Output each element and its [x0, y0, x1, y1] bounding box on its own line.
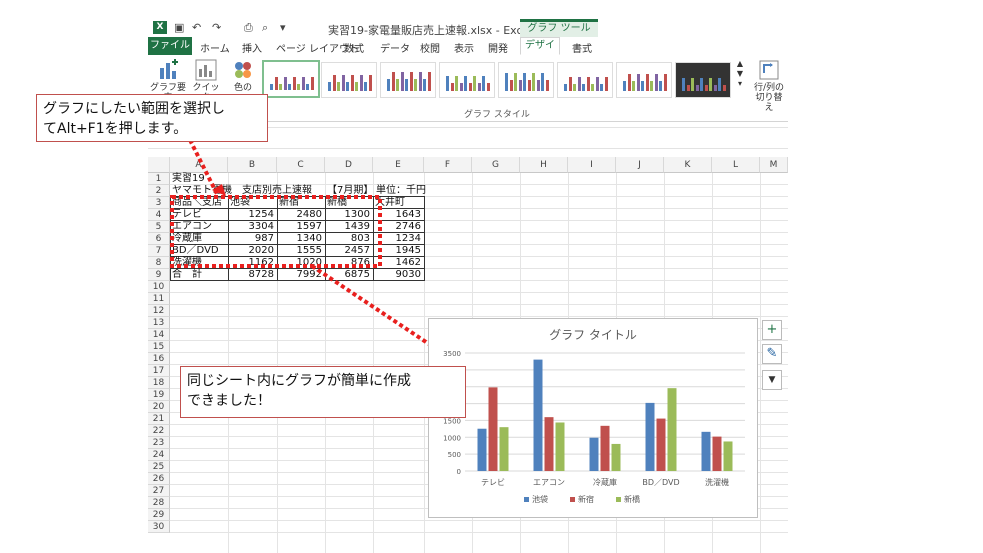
- chart-bar: [555, 422, 565, 471]
- x-category-label: エアコン: [533, 478, 565, 487]
- embedded-chart[interactable]: グラフ タイトル0500100015002000250030003500テレビエ…: [428, 318, 758, 518]
- result-text-line2: できました！: [187, 393, 271, 409]
- legend-entry: 新宿: [578, 494, 594, 504]
- result-text-line1: 同じシート内にグラフが簡単に作成: [187, 373, 411, 389]
- top-callout-arrow: [188, 139, 220, 197]
- x-category-label: 洗濯機: [705, 477, 729, 487]
- y-tick-label: 0: [457, 468, 461, 476]
- legend-entry: 池袋: [532, 494, 548, 504]
- y-tick-label: 1500: [443, 417, 461, 425]
- chart-filter-button[interactable]: ▼: [762, 370, 782, 390]
- chart-bar: [499, 427, 509, 471]
- chart-bar: [488, 387, 498, 471]
- chart-bar: [533, 359, 543, 471]
- x-category-label: 冷蔵庫: [593, 477, 617, 487]
- legend-swatch: [616, 497, 621, 502]
- chart-bar: [600, 425, 610, 471]
- chart-bar: [667, 388, 677, 471]
- legend-swatch: [570, 497, 575, 502]
- x-category-label: テレビ: [481, 478, 505, 487]
- legend-entry: 新橋: [624, 494, 640, 504]
- selection-range-highlight: [170, 195, 382, 268]
- chart-bar: [712, 436, 722, 471]
- chart-bar: [544, 417, 554, 471]
- chart-bar: [723, 441, 733, 471]
- legend-swatch: [524, 497, 529, 502]
- bottom-callout-arrow: [310, 264, 440, 352]
- x-category-label: BD／DVD: [642, 478, 679, 487]
- y-tick-label: 1000: [443, 434, 461, 442]
- y-tick-label: 3500: [443, 350, 461, 358]
- chart-bar: [656, 418, 666, 471]
- chart-bar: [611, 443, 621, 471]
- chart-elements-plus-button[interactable]: +: [762, 320, 782, 340]
- chart-title: グラフ タイトル: [549, 328, 637, 342]
- chart-styles-brush-button[interactable]: ✎: [762, 344, 782, 364]
- callout-text-line2: てAlt+F1を押します。: [43, 121, 188, 137]
- callout-text-line1: グラフにしたい範囲を選択し: [43, 101, 225, 117]
- instruction-callout: グラフにしたい範囲を選択し てAlt+F1を押します。: [36, 94, 268, 142]
- y-tick-label: 500: [448, 451, 461, 459]
- result-callout: 同じシート内にグラフが簡単に作成 できました！: [180, 366, 466, 418]
- chart-bar: [701, 431, 711, 471]
- chart-bar: [645, 402, 655, 471]
- chart-bar: [477, 428, 487, 471]
- chart-bar: [589, 437, 599, 471]
